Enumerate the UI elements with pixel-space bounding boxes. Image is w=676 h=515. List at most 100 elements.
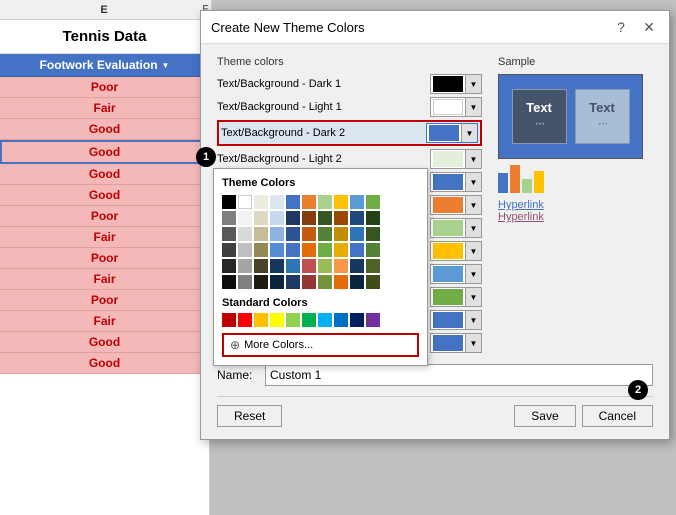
std-color-cell[interactable] xyxy=(366,313,380,327)
color-cell[interactable] xyxy=(302,243,316,257)
followed-hyperlink-btn[interactable]: ▼ xyxy=(465,334,481,352)
color-cell[interactable] xyxy=(222,227,236,241)
accent6-dropdown[interactable]: ▼ xyxy=(430,287,482,307)
accent3-btn[interactable]: ▼ xyxy=(465,219,481,237)
accent3-dropdown[interactable]: ▼ xyxy=(430,218,482,238)
color-cell[interactable] xyxy=(350,275,364,289)
dark1-dropdown[interactable]: ▼ xyxy=(430,74,482,94)
color-cell[interactable] xyxy=(254,211,268,225)
color-cell[interactable] xyxy=(366,227,380,241)
color-cell[interactable] xyxy=(350,211,364,225)
color-cell[interactable] xyxy=(350,259,364,273)
list-item[interactable]: Fair xyxy=(0,98,209,119)
accent4-dropdown[interactable]: ▼ xyxy=(430,241,482,261)
accent5-dropdown[interactable]: ▼ xyxy=(430,264,482,284)
color-cell[interactable] xyxy=(318,211,332,225)
std-color-cell[interactable] xyxy=(318,313,332,327)
list-item[interactable]: Good xyxy=(0,185,209,206)
accent4-btn[interactable]: ▼ xyxy=(465,242,481,260)
color-cell[interactable] xyxy=(318,259,332,273)
list-item[interactable]: Good xyxy=(0,164,209,185)
dark2-dropdown[interactable]: ▼ xyxy=(426,123,478,143)
color-cell[interactable] xyxy=(238,227,252,241)
std-color-cell[interactable] xyxy=(254,313,268,327)
color-cell[interactable] xyxy=(238,211,252,225)
column-dropdown-arrow[interactable]: ▼ xyxy=(162,61,170,70)
color-cell[interactable] xyxy=(270,243,284,257)
color-cell[interactable] xyxy=(366,211,380,225)
std-color-cell[interactable] xyxy=(238,313,252,327)
color-cell[interactable] xyxy=(254,243,268,257)
list-item[interactable]: Good xyxy=(0,332,209,353)
color-cell[interactable] xyxy=(350,227,364,241)
color-cell[interactable] xyxy=(254,195,268,209)
color-cell[interactable] xyxy=(238,195,252,209)
accent1-btn[interactable]: ▼ xyxy=(465,173,481,191)
color-cell[interactable] xyxy=(254,275,268,289)
color-cell[interactable] xyxy=(286,243,300,257)
accent6-btn[interactable]: ▼ xyxy=(465,288,481,306)
color-cell[interactable] xyxy=(366,275,380,289)
color-cell[interactable] xyxy=(334,243,348,257)
color-cell[interactable] xyxy=(270,211,284,225)
dark2-dropdown-btn[interactable]: ▼ xyxy=(461,124,477,142)
color-cell[interactable] xyxy=(238,275,252,289)
color-cell[interactable] xyxy=(222,275,236,289)
color-cell[interactable] xyxy=(302,211,316,225)
list-item[interactable]: Good xyxy=(0,119,209,140)
std-color-cell[interactable] xyxy=(302,313,316,327)
color-cell[interactable] xyxy=(302,275,316,289)
color-cell[interactable] xyxy=(334,259,348,273)
list-item[interactable]: Good xyxy=(0,140,209,164)
color-cell[interactable] xyxy=(222,243,236,257)
color-cell[interactable] xyxy=(318,195,332,209)
color-cell[interactable] xyxy=(366,195,380,209)
color-cell[interactable] xyxy=(222,259,236,273)
color-cell[interactable] xyxy=(318,227,332,241)
std-color-cell[interactable] xyxy=(270,313,284,327)
list-item[interactable]: Poor xyxy=(0,77,209,98)
color-cell[interactable] xyxy=(302,195,316,209)
color-cell[interactable] xyxy=(270,195,284,209)
list-item[interactable]: Fair xyxy=(0,227,209,248)
light2-dropdown[interactable]: ▼ xyxy=(430,149,482,169)
std-color-cell[interactable] xyxy=(350,313,364,327)
color-cell[interactable] xyxy=(222,195,236,209)
color-cell[interactable] xyxy=(238,259,252,273)
color-cell[interactable] xyxy=(270,259,284,273)
color-cell[interactable] xyxy=(366,243,380,257)
cancel-button[interactable]: Cancel xyxy=(582,405,653,427)
list-item[interactable]: Fair xyxy=(0,269,209,290)
color-cell[interactable] xyxy=(270,227,284,241)
save-button[interactable]: Save xyxy=(514,405,575,427)
std-color-cell[interactable] xyxy=(222,313,236,327)
list-item[interactable]: Poor xyxy=(0,248,209,269)
color-cell[interactable] xyxy=(334,195,348,209)
list-item[interactable]: Poor xyxy=(0,206,209,227)
color-cell[interactable] xyxy=(238,243,252,257)
hyperlink-dropdown[interactable]: ▼ xyxy=(430,310,482,330)
std-color-cell[interactable] xyxy=(286,313,300,327)
color-cell[interactable] xyxy=(254,259,268,273)
accent2-btn[interactable]: ▼ xyxy=(465,196,481,214)
list-item[interactable]: Good xyxy=(0,353,209,374)
name-input[interactable] xyxy=(265,364,653,386)
accent5-btn[interactable]: ▼ xyxy=(465,265,481,283)
color-cell[interactable] xyxy=(350,195,364,209)
light1-dropdown-btn[interactable]: ▼ xyxy=(465,98,481,116)
color-cell[interactable] xyxy=(302,259,316,273)
light2-dropdown-btn[interactable]: ▼ xyxy=(465,150,481,168)
hyperlink-btn[interactable]: ▼ xyxy=(465,311,481,329)
accent2-dropdown[interactable]: ▼ xyxy=(430,195,482,215)
color-cell[interactable] xyxy=(286,275,300,289)
reset-button[interactable]: Reset xyxy=(217,405,282,427)
color-cell[interactable] xyxy=(318,275,332,289)
color-cell[interactable] xyxy=(254,227,268,241)
accent1-dropdown[interactable]: ▼ xyxy=(430,172,482,192)
color-cell[interactable] xyxy=(334,275,348,289)
color-cell[interactable] xyxy=(286,195,300,209)
color-cell[interactable] xyxy=(270,275,284,289)
color-cell[interactable] xyxy=(286,211,300,225)
color-cell[interactable] xyxy=(286,227,300,241)
help-icon[interactable]: ? xyxy=(611,17,631,37)
